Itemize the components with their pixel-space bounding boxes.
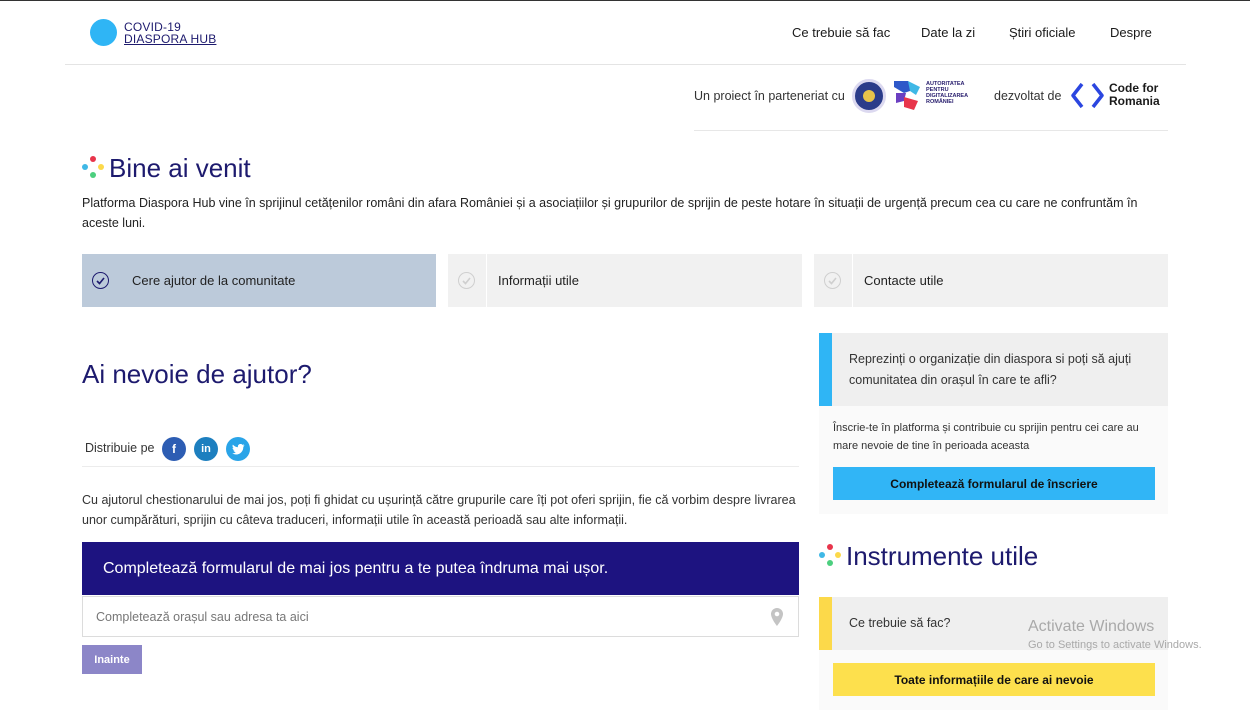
next-button[interactable]: Inainte (82, 645, 142, 674)
tab-separator (120, 254, 121, 307)
watermark-line-2: Go to Settings to activate Windows. (1028, 639, 1202, 651)
location-pin-icon (771, 608, 783, 626)
organization-subtext: Înscrie-te în platforma și contribuie cu… (833, 422, 1139, 452)
check-circle-icon (824, 272, 841, 289)
logo-line-1: COVID-19 (124, 19, 181, 34)
form-banner-text: Completează formularul de mai jos pentru… (103, 559, 609, 577)
logo-line-2: DIASPORA HUB (124, 31, 217, 46)
tab-label: Informații utile (498, 273, 579, 288)
code-for-romania-logo-icon[interactable] (1071, 82, 1104, 109)
sparkle-icon (819, 544, 841, 568)
site-logo[interactable]: COVID-19 DIASPORA HUB (90, 19, 216, 46)
signup-form-button[interactable]: Completează formularul de înscriere (833, 467, 1155, 500)
windows-activation-watermark: Activate Windows Go to Settings to activ… (1028, 618, 1202, 651)
code-for-romania-text: Code for Romania (1109, 81, 1160, 108)
government-seal-icon[interactable] (852, 79, 886, 113)
form-banner: Completează formularul de mai jos pentru… (82, 542, 799, 595)
adr-logo-icon[interactable] (892, 79, 922, 112)
tab-informatii-utile[interactable]: Informații utile (448, 254, 802, 307)
tab-cere-ajutor[interactable]: Cere ajutor de la comunitate (82, 254, 436, 307)
tools-question: Ce trebuie să fac? (849, 616, 951, 630)
share-divider (82, 466, 799, 467)
share-label: Distribuie pe (85, 441, 155, 455)
nav-link-ce-trebuie[interactable]: Ce trebuie să fac (792, 25, 890, 40)
all-info-button[interactable]: Toate informațiile de care ai nevoie (833, 663, 1155, 696)
logo-text: COVID-19 DIASPORA HUB (124, 21, 216, 45)
organization-card: Reprezinți o organizație din diaspora si… (819, 333, 1168, 514)
organization-question: Reprezinți o organizație din diaspora si… (849, 352, 1132, 387)
tab-separator (486, 254, 487, 307)
tab-contacte-utile[interactable]: Contacte utile (814, 254, 1168, 307)
twitter-icon[interactable] (226, 437, 250, 461)
accent-bar (819, 333, 832, 406)
welcome-intro: Platforma Diaspora Hub vine în sprijinul… (82, 196, 1138, 230)
help-title: Ai nevoie de ajutor? (82, 359, 312, 389)
top-border (0, 0, 1250, 1)
help-description: Cu ajutorul chestionarului de mai jos, p… (82, 493, 796, 527)
adr-logo-text: AUTORITATEA PENTRU DIGITALIZAREA ROMÂNIE… (926, 81, 968, 105)
header-divider (65, 64, 1186, 65)
linkedin-icon[interactable]: in (194, 437, 218, 461)
partnership-text: Un proiect în parteneriat cu (694, 89, 845, 103)
check-circle-icon (92, 272, 109, 289)
sparkle-icon (82, 156, 104, 180)
nav-link-stiri[interactable]: Știri oficiale (1009, 25, 1075, 40)
developed-by-text: dezvoltat de (994, 89, 1062, 103)
tools-card: Ce trebuie să fac? Toate informațiile de… (819, 597, 1168, 710)
partner-divider (694, 130, 1168, 131)
address-input[interactable] (82, 596, 799, 637)
nav-link-despre[interactable]: Despre (1110, 25, 1152, 40)
welcome-title: Bine ai venit (109, 153, 251, 183)
nav-link-date[interactable]: Date la zi (921, 25, 975, 40)
tab-separator (852, 254, 853, 307)
accent-bar (819, 597, 832, 650)
check-circle-icon (458, 272, 475, 289)
tab-label: Cere ajutor de la comunitate (132, 273, 296, 288)
logo-dot-icon (90, 19, 117, 46)
watermark-line-1: Activate Windows (1028, 618, 1155, 635)
facebook-icon[interactable]: f (162, 437, 186, 461)
tools-title: Instrumente utile (846, 541, 1039, 571)
tab-label: Contacte utile (864, 273, 944, 288)
